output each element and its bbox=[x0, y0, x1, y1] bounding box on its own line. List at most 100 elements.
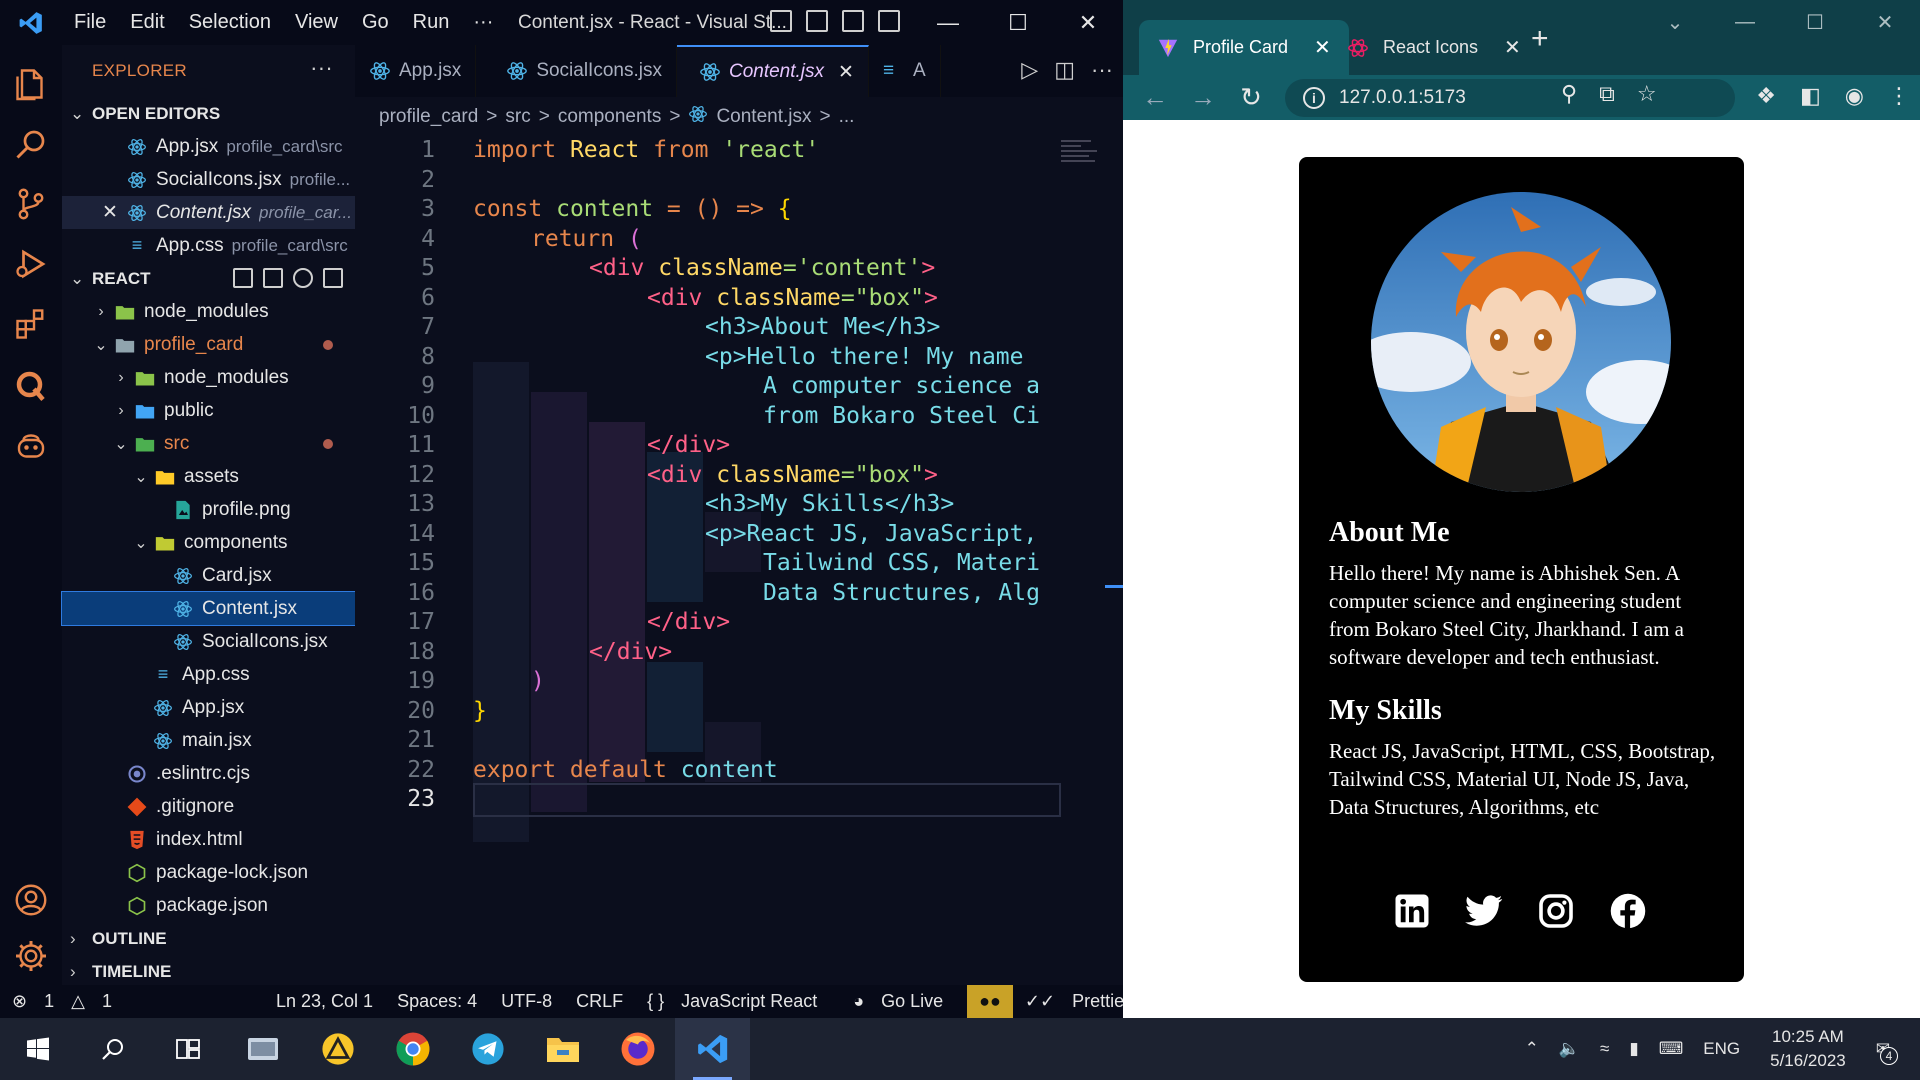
file-app-icon[interactable] bbox=[225, 1018, 300, 1080]
settings-gear-icon[interactable] bbox=[0, 927, 62, 985]
menu-view[interactable]: View bbox=[283, 0, 350, 45]
tree-item[interactable]: ⌄ src bbox=[62, 427, 355, 460]
minimap[interactable] bbox=[1061, 137, 1103, 177]
taskbar-clock[interactable]: 10:25 AM 5/16/2023 bbox=[1750, 1025, 1866, 1073]
menu-more[interactable]: ··· bbox=[461, 0, 505, 45]
tree-item-selected[interactable]: Content.jsx bbox=[61, 591, 356, 626]
share-icon[interactable]: ⧉ bbox=[1599, 81, 1615, 107]
vscode-taskbar-icon[interactable] bbox=[675, 1018, 750, 1080]
zoom-icon[interactable]: ⚲ bbox=[1561, 81, 1577, 107]
maximize-button[interactable]: ☐ bbox=[1780, 0, 1850, 45]
toggle-primary-sidebar-icon[interactable] bbox=[770, 10, 792, 32]
notification-center-icon[interactable]: ✉4 bbox=[1866, 1039, 1900, 1065]
workspace-section[interactable]: ⌄ REACT bbox=[62, 262, 355, 295]
go-live-button[interactable]: ◕ Go Live bbox=[841, 991, 967, 1012]
input-language[interactable]: ENG bbox=[1693, 1039, 1750, 1059]
tree-item[interactable]: index.html bbox=[62, 823, 355, 856]
toggle-panel-icon[interactable] bbox=[806, 10, 828, 32]
new-file-icon[interactable] bbox=[233, 268, 253, 288]
language-mode[interactable]: { } JavaScript React bbox=[635, 991, 841, 1012]
breadcrumb-item[interactable]: components bbox=[558, 106, 662, 128]
facebook-icon[interactable] bbox=[1609, 892, 1647, 930]
split-editor-icon[interactable]: ◫ bbox=[1054, 57, 1075, 83]
tree-item[interactable]: App.jsx bbox=[62, 691, 355, 724]
minimize-button[interactable]: — bbox=[913, 0, 983, 45]
tree-item[interactable]: .gitignore bbox=[62, 790, 355, 823]
extensions-icon[interactable] bbox=[0, 295, 62, 353]
run-code-icon[interactable]: ▷ bbox=[1021, 57, 1038, 83]
problems-indicator[interactable]: ⊗ 1 △ 1 bbox=[0, 991, 136, 1012]
tree-item[interactable]: ⌄ profile_card bbox=[62, 328, 355, 361]
search-icon[interactable] bbox=[0, 115, 62, 173]
tree-item[interactable]: Card.jsx bbox=[62, 559, 355, 592]
open-editor-app-jsx[interactable]: App.jsx profile_card\src bbox=[62, 130, 355, 163]
breadcrumb-item[interactable]: Content.jsx bbox=[716, 106, 811, 128]
tree-item[interactable]: package.json bbox=[62, 889, 355, 922]
tree-item[interactable]: › node_modules bbox=[62, 361, 355, 394]
battery-icon[interactable]: ▮ bbox=[1619, 1039, 1648, 1059]
tab-search-chevron-icon[interactable]: ⌄ bbox=[1640, 0, 1710, 45]
tree-item[interactable]: › public bbox=[62, 394, 355, 427]
tree-item[interactable]: ⌄ assets bbox=[62, 460, 355, 493]
outline-section[interactable]: › OUTLINE bbox=[62, 922, 355, 955]
open-editor-content-jsx[interactable]: ✕ Content.jsx profile_car... bbox=[62, 196, 355, 229]
tab-socialicons-jsx[interactable]: SocialIcons.jsx bbox=[476, 45, 677, 97]
volume-icon[interactable]: 🔈 bbox=[1549, 1039, 1590, 1059]
close-tab-icon[interactable]: ✕ bbox=[1504, 35, 1521, 60]
menu-file[interactable]: File bbox=[62, 0, 118, 45]
breadcrumb-item[interactable]: ... bbox=[839, 106, 855, 128]
new-tab-plus-icon[interactable]: + bbox=[1531, 22, 1549, 56]
firefox-icon[interactable] bbox=[600, 1018, 675, 1080]
side-panel-icon[interactable]: ◧ bbox=[1800, 83, 1821, 109]
more-actions-icon[interactable]: ··· bbox=[1091, 57, 1113, 83]
close-button[interactable]: ✕ bbox=[1053, 0, 1123, 45]
source-control-icon[interactable] bbox=[0, 175, 62, 233]
breadcrumb-item[interactable]: profile_card bbox=[379, 106, 478, 128]
profile-avatar-icon[interactable]: ◉ bbox=[1845, 83, 1864, 109]
copilot-icon[interactable] bbox=[0, 417, 62, 475]
toggle-secondary-sidebar-icon[interactable] bbox=[842, 10, 864, 32]
close-tab-icon[interactable]: ✕ bbox=[838, 61, 854, 84]
site-info-icon[interactable]: i bbox=[1303, 87, 1325, 109]
start-windows-icon[interactable] bbox=[0, 1018, 75, 1080]
warning-app-icon[interactable] bbox=[300, 1018, 375, 1080]
close-button[interactable]: ✕ bbox=[1850, 0, 1920, 45]
tree-item[interactable]: › node_modules bbox=[62, 295, 355, 328]
tree-item[interactable]: .eslintrc.cjs bbox=[62, 757, 355, 790]
tab-app-jsx[interactable]: App.jsx bbox=[355, 45, 477, 97]
timeline-section[interactable]: › TIMELINE bbox=[62, 955, 355, 988]
open-editor-socialicons-jsx[interactable]: SocialIcons.jsx profile... bbox=[62, 163, 355, 196]
taskbar-search-icon[interactable] bbox=[75, 1018, 150, 1080]
menu-selection[interactable]: Selection bbox=[177, 0, 283, 45]
indentation[interactable]: Spaces: 4 bbox=[385, 991, 489, 1012]
close-editor-icon[interactable]: ✕ bbox=[102, 201, 126, 224]
maximize-button[interactable]: ☐ bbox=[983, 0, 1053, 45]
tab-content-jsx[interactable]: Content.jsx ✕ bbox=[676, 45, 869, 97]
forward-arrow-icon[interactable]: → bbox=[1179, 82, 1227, 113]
customize-layout-icon[interactable] bbox=[878, 10, 900, 32]
instagram-icon[interactable] bbox=[1537, 892, 1575, 930]
explorer-more-actions[interactable]: ··· bbox=[310, 55, 333, 81]
open-editors-section[interactable]: ⌄ OPEN EDITORS bbox=[62, 97, 355, 130]
wifi-icon[interactable]: ≈ bbox=[1590, 1039, 1619, 1059]
tab-app-css[interactable]: ≡ A bbox=[869, 45, 941, 97]
keyboard-icon[interactable]: ⌨ bbox=[1649, 1039, 1694, 1059]
accounts-icon[interactable] bbox=[0, 871, 62, 929]
open-editor-app-css[interactable]: ≡ App.css profile_card\src bbox=[62, 229, 355, 262]
reload-icon[interactable]: ↻ bbox=[1227, 82, 1275, 113]
line-endings[interactable]: CRLF bbox=[564, 991, 635, 1012]
explorer-icon[interactable] bbox=[0, 55, 62, 113]
menu-edit[interactable]: Edit bbox=[118, 0, 176, 45]
tree-item[interactable]: SocialIcons.jsx bbox=[62, 625, 355, 658]
refresh-icon[interactable] bbox=[293, 268, 313, 288]
minimize-button[interactable]: — bbox=[1710, 0, 1780, 45]
back-arrow-icon[interactable]: ← bbox=[1131, 82, 1179, 113]
telegram-icon[interactable] bbox=[450, 1018, 525, 1080]
menu-run[interactable]: Run bbox=[401, 0, 462, 45]
tree-item[interactable]: main.jsx bbox=[62, 724, 355, 757]
chrome-icon[interactable] bbox=[375, 1018, 450, 1080]
new-folder-icon[interactable] bbox=[263, 268, 283, 288]
encoding[interactable]: UTF-8 bbox=[489, 991, 564, 1012]
code-editor[interactable]: 1 2 3 4 5 6 7 8 9 10 11 12 13 14 15 16 1… bbox=[355, 137, 1061, 985]
menu-go[interactable]: Go bbox=[350, 0, 401, 45]
